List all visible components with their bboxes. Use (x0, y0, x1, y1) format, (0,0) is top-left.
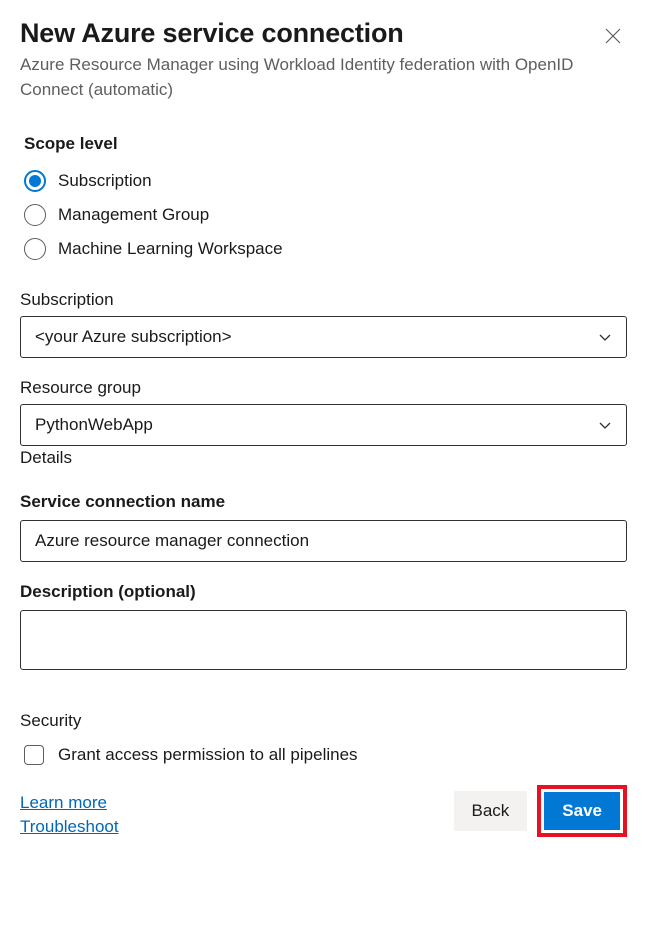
service-connection-name-input[interactable] (20, 520, 627, 562)
subscription-value: <your Azure subscription> (35, 327, 232, 347)
learn-more-link[interactable]: Learn more (20, 793, 119, 813)
grant-access-checkbox[interactable] (24, 745, 44, 765)
grant-access-label: Grant access permission to all pipelines (58, 745, 358, 765)
radio-management-group[interactable]: Management Group (24, 204, 627, 226)
radio-circle-icon (24, 170, 46, 192)
radio-circle-icon (24, 204, 46, 226)
subscription-select[interactable]: <your Azure subscription> (20, 316, 627, 358)
save-highlight: Save (537, 785, 627, 837)
back-button[interactable]: Back (454, 791, 528, 831)
resource-group-label: Resource group (20, 378, 627, 398)
chevron-down-icon (598, 330, 612, 344)
service-connection-name-label: Service connection name (20, 492, 627, 512)
scope-level-label: Scope level (24, 134, 627, 154)
resource-group-select[interactable]: PythonWebApp (20, 404, 627, 446)
security-label: Security (20, 711, 627, 731)
dialog-subtitle: Azure Resource Manager using Workload Id… (20, 53, 627, 102)
subscription-label: Subscription (20, 290, 627, 310)
description-label: Description (optional) (20, 582, 627, 602)
save-button[interactable]: Save (544, 792, 620, 830)
scope-radio-group: Subscription Management Group Machine Le… (24, 170, 627, 260)
details-label: Details (20, 448, 627, 468)
radio-ml-workspace[interactable]: Machine Learning Workspace (24, 238, 627, 260)
resource-group-value: PythonWebApp (35, 415, 153, 435)
chevron-down-icon (598, 418, 612, 432)
troubleshoot-link[interactable]: Troubleshoot (20, 817, 119, 837)
close-icon[interactable] (605, 28, 621, 44)
radio-subscription[interactable]: Subscription (24, 170, 627, 192)
dialog-title: New Azure service connection (20, 18, 404, 49)
radio-circle-icon (24, 238, 46, 260)
radio-label: Machine Learning Workspace (58, 239, 283, 259)
radio-label: Management Group (58, 205, 209, 225)
radio-label: Subscription (58, 171, 152, 191)
description-input[interactable] (20, 610, 627, 670)
